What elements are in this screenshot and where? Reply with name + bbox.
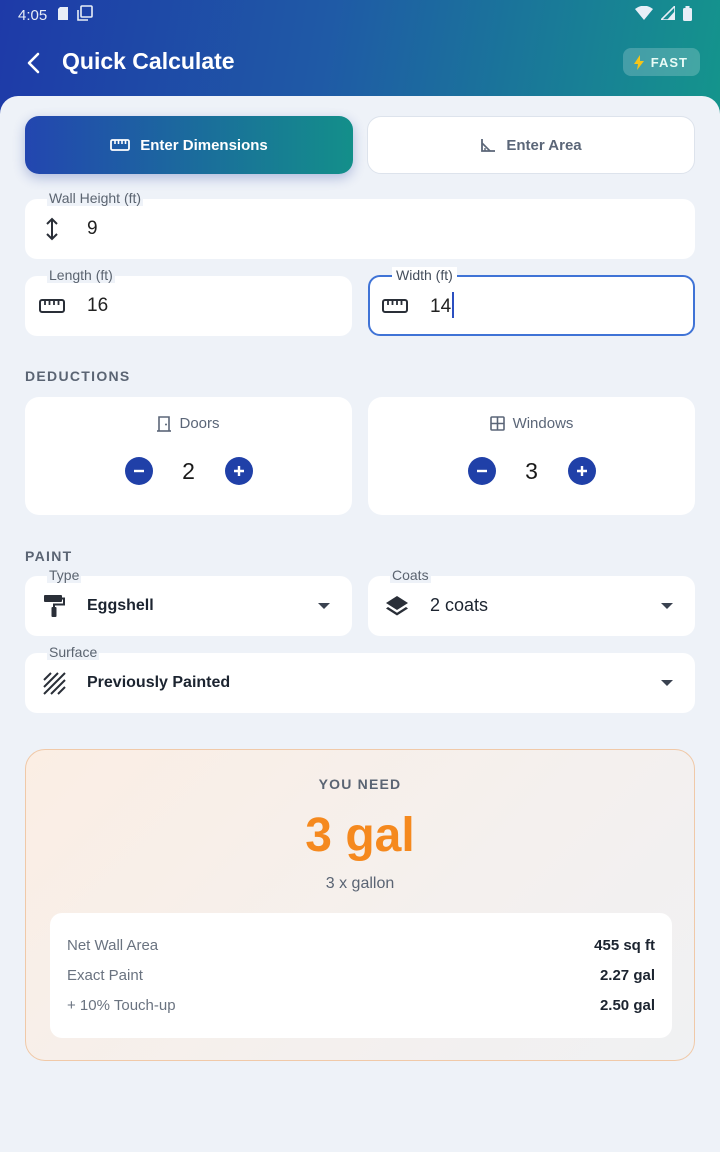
dropdown-arrow-icon (318, 603, 330, 609)
surface-label: Surface (47, 644, 100, 660)
width-field[interactable]: Width (ft) 14 (368, 267, 695, 336)
text-cursor (452, 292, 455, 318)
windows-decrement-button[interactable] (467, 457, 496, 485)
tab-enter-dimensions-label: Enter Dimensions (140, 136, 268, 154)
result-card: YOU NEED 3 gal 3 x gallon Net Wall Area … (25, 749, 695, 1061)
length-label: Length (ft) (47, 267, 115, 283)
detail-value: 2.27 gal (599, 966, 655, 984)
paint-type-select[interactable]: Type Eggshell (25, 567, 352, 636)
length-value: 16 (87, 295, 109, 316)
status-time: 4:05 (18, 6, 48, 24)
plus-icon (233, 466, 244, 476)
doors-decrement-button[interactable] (124, 457, 153, 485)
detail-value: 455 sq ft (594, 936, 655, 954)
windows-count: 3 (525, 457, 538, 484)
ruler-icon (110, 139, 131, 151)
doors-increment-button[interactable] (224, 457, 253, 485)
paint-type-value: Eggshell (87, 597, 154, 614)
lightning-icon (633, 54, 644, 70)
wifi-icon (635, 5, 653, 24)
vertical-arrows-icon (39, 217, 65, 241)
paint-heading: PAINT (25, 548, 73, 564)
doors-stepper: 2 (25, 457, 352, 485)
dropdown-arrow-icon (661, 603, 673, 609)
tab-enter-dimensions[interactable]: Enter Dimensions (25, 116, 353, 174)
length-field[interactable]: Length (ft) 16 (25, 267, 352, 336)
battery-icon (683, 5, 692, 25)
ruler-icon (39, 294, 65, 318)
dropdown-arrow-icon (661, 680, 673, 686)
ruler-icon (382, 294, 408, 318)
fast-badge: FAST (622, 48, 700, 76)
windows-increment-button[interactable] (567, 457, 596, 485)
status-bar: 4:05 (18, 4, 692, 26)
layers-icon (384, 593, 410, 619)
detail-label: Net Wall Area (67, 936, 159, 954)
coats-select[interactable]: Coats 2 coats (368, 567, 695, 636)
detail-row: Exact Paint 2.27 gal (67, 964, 655, 986)
doors-card: Doors 2 (25, 397, 352, 515)
detail-label: Exact Paint (67, 966, 143, 984)
doors-label: Doors (179, 415, 220, 432)
window-icon (489, 416, 505, 431)
width-input-wrap: 14 (430, 292, 455, 320)
page-title: Quick Calculate (62, 48, 235, 74)
signal-icon (659, 4, 676, 24)
doors-header: Doors (25, 415, 352, 432)
windows-header: Windows (368, 415, 695, 432)
detail-row: Net Wall Area 455 sq ft (67, 934, 655, 956)
deductions-heading: DEDUCTIONS (25, 368, 131, 384)
surface-value: Previously Painted (87, 674, 231, 691)
paint-roller-icon (41, 593, 67, 619)
result-amount: 3 gal (305, 809, 415, 862)
windows-label: Windows (512, 415, 574, 432)
sim-card-icon (57, 6, 69, 25)
windows-card: Windows 3 (368, 397, 695, 515)
doors-count: 2 (182, 457, 195, 484)
chevron-left-icon (27, 52, 40, 74)
detail-value: 2.50 gal (599, 996, 655, 1014)
wall-height-label: Wall Height (ft) (47, 190, 144, 206)
texture-icon (41, 670, 67, 696)
result-breakdown: 3 x gallon (325, 875, 395, 892)
door-icon (157, 415, 172, 432)
minus-icon (476, 469, 487, 473)
detail-label: + 10% Touch-up (67, 996, 176, 1014)
area-icon (481, 139, 496, 152)
width-value: 14 (430, 296, 452, 318)
coats-value: 2 coats (430, 595, 489, 615)
wall-height-value: 9 (87, 218, 98, 239)
width-label: Width (ft) (392, 267, 457, 283)
result-details: Net Wall Area 455 sq ft Exact Paint 2.27… (50, 913, 672, 1038)
surface-select[interactable]: Surface Previously Painted (25, 644, 695, 713)
wall-height-field[interactable]: Wall Height (ft) 9 (25, 190, 695, 259)
windows-stepper: 3 (368, 457, 695, 485)
paint-type-label: Type (47, 567, 82, 583)
back-button[interactable] (20, 50, 46, 76)
result-heading: YOU NEED (318, 776, 402, 792)
fast-badge-label: FAST (650, 54, 688, 70)
coats-label: Coats (390, 567, 431, 583)
minus-icon (133, 469, 144, 473)
top-app-bar: Quick Calculate FAST (0, 40, 720, 84)
copy-icon (77, 5, 94, 25)
detail-row: + 10% Touch-up 2.50 gal (67, 994, 655, 1016)
plus-icon (576, 466, 587, 476)
tab-enter-area[interactable]: Enter Area (367, 116, 695, 174)
tab-enter-area-label: Enter Area (506, 136, 582, 154)
